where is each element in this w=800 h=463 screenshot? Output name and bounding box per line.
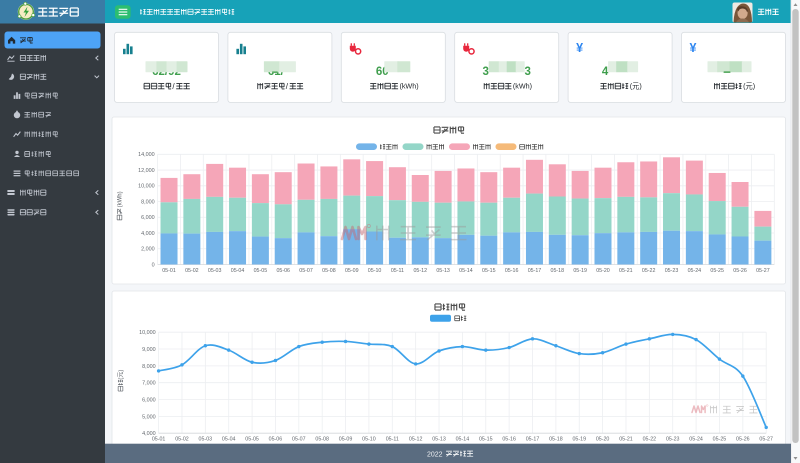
svg-text:05-15: 05-15	[482, 268, 496, 274]
svg-text:05-24: 05-24	[689, 436, 703, 442]
svg-text:2022: 2022	[427, 451, 443, 458]
svg-text:¥: ¥	[576, 41, 583, 55]
svg-text:05-22: 05-22	[643, 436, 657, 442]
svg-text:05-19: 05-19	[573, 268, 587, 274]
svg-text:8,000: 8,000	[141, 199, 155, 205]
svg-text:05-16: 05-16	[502, 436, 516, 442]
svg-text:05-05: 05-05	[254, 268, 268, 274]
svg-text:05-13: 05-13	[432, 436, 446, 442]
svg-text:05-08: 05-08	[322, 268, 336, 274]
svg-text:05-17: 05-17	[526, 436, 540, 442]
svg-text:5,000: 5,000	[142, 414, 156, 420]
svg-text:05-18: 05-18	[549, 436, 563, 442]
svg-text:05-01: 05-01	[162, 268, 176, 274]
svg-text:05-26: 05-26	[733, 268, 747, 274]
svg-text:05-25: 05-25	[710, 268, 724, 274]
svg-text:05-02: 05-02	[185, 268, 199, 274]
svg-text:(元): (元)	[118, 370, 125, 380]
svg-text:05-27: 05-27	[756, 268, 770, 274]
svg-text:05-23: 05-23	[666, 436, 680, 442]
svg-text:4: 4	[602, 66, 609, 78]
svg-text:(kWh): (kWh)	[118, 191, 124, 207]
svg-text:05-09: 05-09	[339, 436, 353, 442]
svg-text:05-25: 05-25	[713, 436, 727, 442]
svg-text:05-03: 05-03	[199, 436, 213, 442]
svg-text:05-05: 05-05	[245, 436, 259, 442]
svg-text:6,000: 6,000	[141, 215, 155, 221]
svg-text:05-23: 05-23	[665, 268, 679, 274]
svg-text:05-27: 05-27	[759, 436, 773, 442]
svg-text:8,000: 8,000	[142, 364, 156, 370]
svg-text:05-10: 05-10	[368, 268, 382, 274]
svg-text:05-04: 05-04	[222, 436, 236, 442]
svg-text:05-22: 05-22	[642, 268, 656, 274]
svg-text:12,000: 12,000	[138, 168, 155, 174]
svg-text:05-16: 05-16	[505, 268, 519, 274]
svg-text:05-08: 05-08	[315, 436, 329, 442]
svg-text:05-02: 05-02	[175, 436, 189, 442]
svg-text:05-07: 05-07	[299, 268, 313, 274]
svg-text:(kWh): (kWh)	[399, 82, 418, 91]
svg-text:05-04: 05-04	[231, 268, 245, 274]
svg-text:05-20: 05-20	[596, 436, 610, 442]
svg-text:05-26: 05-26	[736, 436, 750, 442]
svg-text:05-07: 05-07	[292, 436, 306, 442]
svg-text:05-24: 05-24	[688, 268, 702, 274]
svg-text:05-12: 05-12	[409, 436, 423, 442]
svg-text:(元): (元)	[743, 82, 755, 91]
svg-text:05-11: 05-11	[386, 436, 399, 442]
svg-text:05-10: 05-10	[362, 436, 376, 442]
svg-text:05-19: 05-19	[572, 436, 586, 442]
svg-text:(元): (元)	[630, 82, 642, 91]
svg-text:2,000: 2,000	[141, 247, 155, 253]
svg-text:05-06: 05-06	[269, 436, 283, 442]
svg-text:05-14: 05-14	[456, 436, 470, 442]
svg-text:05-09: 05-09	[345, 268, 359, 274]
svg-text:05-13: 05-13	[436, 268, 450, 274]
svg-text:05-18: 05-18	[551, 268, 565, 274]
svg-text:05-06: 05-06	[276, 268, 290, 274]
svg-text:05-03: 05-03	[208, 268, 222, 274]
svg-text:3: 3	[482, 66, 488, 78]
svg-text:10,000: 10,000	[139, 330, 156, 336]
svg-text:05-15: 05-15	[479, 436, 493, 442]
svg-text:05-11: 05-11	[391, 268, 404, 274]
svg-text:¥: ¥	[690, 41, 697, 55]
svg-text:14,000: 14,000	[138, 152, 155, 158]
svg-text:05-12: 05-12	[413, 268, 427, 274]
svg-text:3: 3	[524, 66, 530, 78]
svg-text:7,000: 7,000	[142, 381, 156, 387]
svg-text:4,000: 4,000	[141, 231, 155, 237]
svg-text:(kWh): (kWh)	[513, 82, 532, 91]
svg-text:05-20: 05-20	[596, 268, 610, 274]
svg-text:05-14: 05-14	[459, 268, 473, 274]
svg-text:9,000: 9,000	[142, 347, 156, 353]
svg-text:10,000: 10,000	[138, 184, 155, 190]
svg-text:05-21: 05-21	[619, 268, 633, 274]
svg-text:05-01: 05-01	[152, 436, 166, 442]
svg-text:6,000: 6,000	[142, 397, 156, 403]
svg-text:05-21: 05-21	[619, 436, 633, 442]
svg-text:0: 0	[152, 262, 155, 268]
svg-text:05-17: 05-17	[528, 268, 542, 274]
